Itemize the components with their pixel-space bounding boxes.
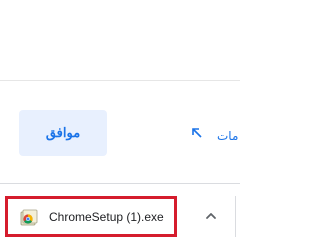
- chevron-up-icon[interactable]: [203, 208, 219, 224]
- dialog-top-area: [0, 0, 240, 80]
- chrome-setup-icon: [20, 209, 38, 226]
- dialog-link-text[interactable]: مات: [217, 129, 238, 143]
- download-item[interactable]: ChromeSetup (1).exe: [5, 196, 177, 237]
- dialog-divider: [0, 80, 240, 81]
- external-link-arrow-icon[interactable]: [190, 126, 204, 140]
- download-file-name: ChromeSetup (1).exe: [49, 210, 164, 224]
- ok-button[interactable]: موافق: [19, 110, 107, 156]
- download-bar-separator: [235, 196, 236, 237]
